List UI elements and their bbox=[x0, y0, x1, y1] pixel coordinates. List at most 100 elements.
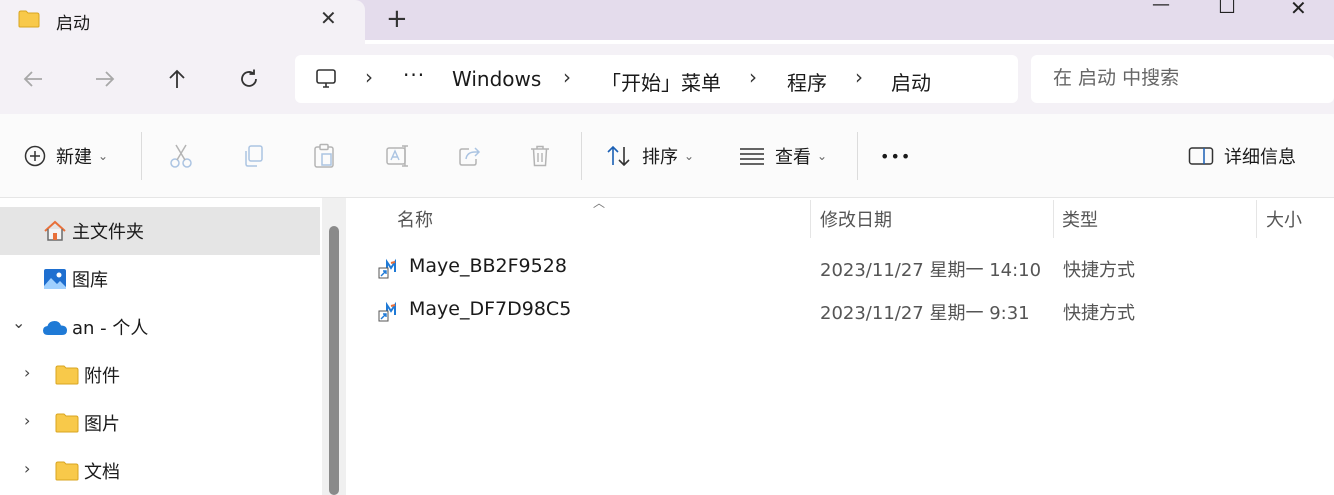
file-type: 快捷方式 bbox=[1063, 260, 1135, 281]
column-divider[interactable] bbox=[1256, 200, 1257, 238]
sort-ascending-icon: ︿ bbox=[593, 196, 606, 210]
column-header-type[interactable]: 类型 bbox=[1062, 206, 1098, 232]
plus-circle-icon bbox=[24, 145, 46, 167]
column-divider[interactable] bbox=[1053, 200, 1054, 238]
folder-icon bbox=[18, 10, 40, 28]
chevron-down-icon: ⌄ bbox=[684, 149, 695, 163]
sidebar-scrollbar-thumb[interactable] bbox=[329, 226, 339, 495]
file-list: ︿ 名称 修改日期 类型 大小 Maye_BB2F9528 2023/11/27… bbox=[346, 196, 1334, 495]
arrow-up-icon bbox=[169, 69, 185, 88]
sort-button-label: 排序 bbox=[642, 147, 678, 168]
arrow-left-icon bbox=[23, 71, 42, 87]
minimize-button[interactable]: — bbox=[1152, 0, 1170, 15]
file-row[interactable]: Maye_BB2F9528 2023/11/27 星期一 14:10 快捷方式 bbox=[366, 247, 1326, 287]
divider bbox=[141, 132, 142, 180]
breadcrumb-start-menu[interactable]: 「开始」菜单 bbox=[601, 67, 721, 96]
view-button[interactable]: 查看 ⌄ bbox=[739, 140, 827, 172]
sidebar-item-home[interactable]: 主文件夹 bbox=[0, 207, 320, 255]
breadcrumb-programs[interactable]: 程序 bbox=[787, 67, 827, 96]
breadcrumb-more-button[interactable]: ··· bbox=[403, 63, 425, 87]
sidebar-item-onedrive[interactable]: ⌄ an - 个人 bbox=[0, 303, 320, 351]
chevron-right-icon[interactable]: › bbox=[24, 363, 30, 382]
more-options-button[interactable]: ••• bbox=[880, 140, 911, 172]
navigation-pane: 主文件夹 图库 ⌄ an - 个人 › 附件 › 图片 › 文档 bbox=[0, 198, 322, 495]
arrow-right-icon bbox=[96, 71, 115, 87]
computer-icon bbox=[316, 69, 336, 88]
sidebar-item-label: 图片 bbox=[84, 414, 120, 435]
details-pane-button[interactable]: 详细信息 bbox=[1188, 140, 1296, 172]
folder-icon bbox=[55, 413, 79, 433]
folder-icon bbox=[55, 365, 79, 385]
column-header-name[interactable]: 名称 bbox=[397, 206, 433, 232]
tab-title: 启动 bbox=[56, 14, 90, 34]
column-divider[interactable] bbox=[810, 200, 811, 238]
title-bar: 启动 ✕ + — ☐ ✕ bbox=[0, 0, 1334, 44]
sidebar-item-documents[interactable]: › 文档 bbox=[0, 447, 320, 495]
view-button-label: 查看 bbox=[775, 147, 811, 168]
breadcrumb-windows[interactable]: Windows bbox=[452, 67, 541, 91]
file-row[interactable]: Maye_DF7D98C5 2023/11/27 星期一 9:31 快捷方式 bbox=[366, 290, 1326, 330]
search-input[interactable] bbox=[1053, 67, 1323, 89]
navigation-bar: › ··· Windows › 「开始」菜单 › 程序 › 启动 bbox=[0, 44, 1334, 114]
refresh-icon bbox=[241, 69, 257, 87]
view-list-icon bbox=[740, 148, 764, 165]
file-type: 快捷方式 bbox=[1063, 303, 1135, 324]
copy-button[interactable] bbox=[242, 140, 264, 172]
file-modified: 2023/11/27 星期一 9:31 bbox=[820, 303, 1030, 324]
chevron-right-icon[interactable]: › bbox=[24, 459, 30, 478]
column-header-size[interactable]: 大小 bbox=[1266, 206, 1302, 232]
breadcrumb-separator: › bbox=[749, 65, 757, 89]
rename-button[interactable] bbox=[385, 140, 411, 172]
tab-active[interactable]: 启动 ✕ bbox=[0, 0, 365, 44]
new-tab-button[interactable]: + bbox=[386, 4, 408, 34]
paste-button[interactable] bbox=[313, 140, 335, 172]
sidebar-item-label: 文档 bbox=[84, 462, 120, 483]
copy-icon bbox=[245, 145, 263, 167]
sidebar-item-label: 主文件夹 bbox=[72, 222, 144, 243]
chevron-down-icon[interactable]: ⌄ bbox=[12, 313, 25, 332]
up-button[interactable] bbox=[162, 64, 192, 94]
column-header-modified[interactable]: 修改日期 bbox=[820, 206, 892, 232]
sidebar-item-gallery[interactable]: 图库 bbox=[0, 255, 320, 303]
sidebar-item-attachments[interactable]: › 附件 bbox=[0, 351, 320, 399]
divider bbox=[857, 132, 858, 180]
divider bbox=[581, 132, 582, 180]
folder-icon bbox=[55, 461, 79, 481]
breadcrumb-separator: › bbox=[855, 65, 863, 89]
forward-button[interactable] bbox=[90, 64, 120, 94]
breadcrumb-startup[interactable]: 启动 bbox=[891, 67, 931, 96]
tab-close-icon[interactable]: ✕ bbox=[320, 6, 337, 30]
close-window-button[interactable]: ✕ bbox=[1290, 0, 1307, 20]
share-icon bbox=[459, 147, 481, 166]
back-button[interactable] bbox=[18, 64, 48, 94]
file-name: Maye_BB2F9528 bbox=[409, 255, 567, 277]
new-button[interactable]: 新建 ⌄ bbox=[24, 140, 108, 172]
sort-button[interactable]: 排序 ⌄ bbox=[606, 140, 694, 172]
shortcut-icon bbox=[378, 301, 396, 322]
sidebar-item-pictures[interactable]: › 图片 bbox=[0, 399, 320, 447]
chevron-down-icon: ⌄ bbox=[98, 149, 109, 163]
breadcrumb-separator: › bbox=[365, 65, 373, 89]
sort-icon bbox=[607, 145, 630, 167]
chevron-right-icon[interactable]: › bbox=[24, 411, 30, 430]
new-button-label: 新建 bbox=[56, 147, 92, 168]
scissors-icon bbox=[170, 144, 192, 168]
ellipsis-icon: ••• bbox=[880, 146, 912, 166]
delete-button[interactable] bbox=[529, 140, 551, 172]
address-bar[interactable]: › ··· Windows › 「开始」菜单 › 程序 › 启动 bbox=[295, 55, 1018, 103]
sidebar-item-label: 图库 bbox=[72, 270, 108, 291]
sidebar-item-label: 附件 bbox=[84, 366, 120, 387]
details-pane-icon bbox=[1188, 147, 1214, 165]
clipboard-icon bbox=[314, 143, 334, 168]
cut-button[interactable] bbox=[169, 140, 193, 172]
file-modified: 2023/11/27 星期一 14:10 bbox=[820, 260, 1042, 281]
shortcut-icon bbox=[378, 258, 396, 279]
share-button[interactable] bbox=[457, 140, 483, 172]
refresh-button[interactable] bbox=[234, 64, 264, 94]
gallery-icon bbox=[44, 269, 66, 289]
maximize-button[interactable]: ☐ bbox=[1218, 0, 1236, 18]
trash-icon bbox=[531, 145, 549, 167]
details-pane-label: 详细信息 bbox=[1224, 147, 1296, 168]
breadcrumb-separator: › bbox=[563, 65, 571, 89]
search-box[interactable] bbox=[1031, 55, 1334, 103]
